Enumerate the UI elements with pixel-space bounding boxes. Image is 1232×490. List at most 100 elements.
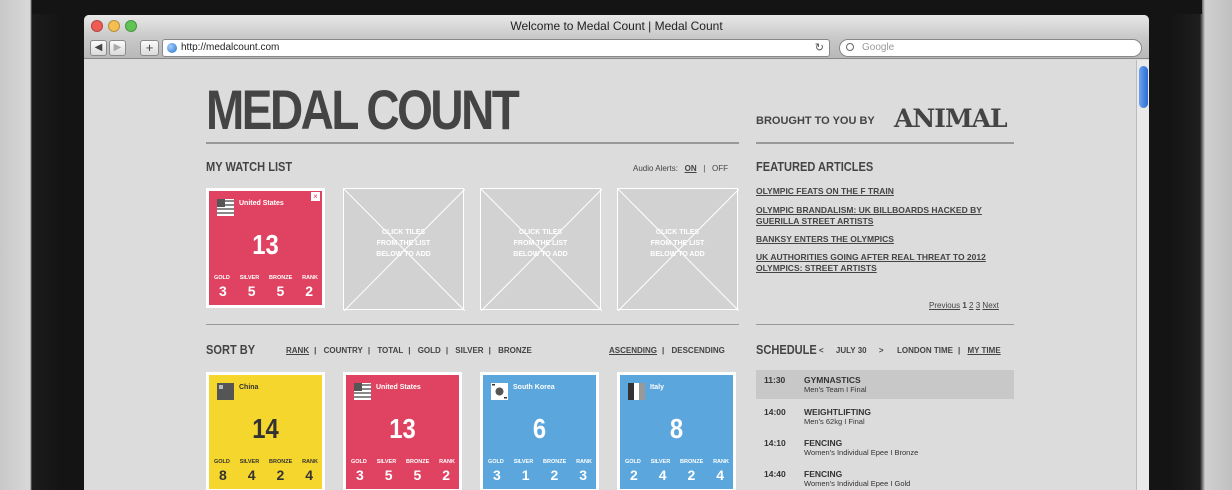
article-link[interactable]: OLYMPIC FEATS ON THE F TRAIN [756,186,1016,197]
browser-toolbar: ◀ ▶ + http://medalcount.com ↻ Google [84,37,1149,59]
close-window-button[interactable] [91,20,103,32]
reload-icon[interactable]: ↻ [815,40,824,56]
schedule-prev-day[interactable]: < [819,346,824,355]
zoom-window-button[interactable] [125,20,137,32]
country-tile[interactable]: United States 13 GOLD SILVER BRONZE RANK… [343,372,462,490]
sort-ascending[interactable]: ASCENDING [609,346,657,355]
gold-value: 2 [630,467,638,483]
vertical-scrollbar[interactable] [1136,60,1149,490]
pager-page-3[interactable]: 3 [976,301,980,310]
gold-value: 3 [356,467,364,483]
schedule-date: JULY 30 [835,346,867,355]
pager-previous[interactable]: Previous [929,301,960,310]
sort-country[interactable]: COUNTRY [324,346,363,355]
bronze-label: BRONZE [680,459,704,465]
search-icon [846,43,854,51]
watchlist-title: MY WATCH LIST [206,159,293,174]
empty-watch-slot[interactable]: CLICK TILES FROM THE LIST BELOW TO ADD [617,188,739,311]
tile-country: South Korea [513,384,555,391]
silver-value: 1 [521,467,530,483]
new-tab-button[interactable]: + [140,40,159,56]
audio-off-toggle[interactable]: OFF [712,164,728,173]
tile-values: 2 4 2 4 [625,467,729,483]
tile-labels: GOLD SILVER BRONZE RANK [488,459,592,465]
forward-button[interactable]: ▶ [109,40,126,56]
schedule-row[interactable]: 14:40 FENCING Women's Individual Epee I … [756,464,1014,490]
sponsor-logo[interactable]: ANIMAL [894,104,1008,133]
brought-by-label: BROUGHT TO YOU BY [756,115,875,127]
site-logo[interactable]: MEDAL COUNT [206,77,520,142]
sort-rank[interactable]: RANK [286,346,309,355]
tile-country: Italy [650,384,665,391]
rank-label: RANK [302,275,318,281]
search-field[interactable]: Google [839,39,1142,57]
empty-slot-text: CLICK TILES FROM THE LIST BELOW TO ADD [513,229,568,258]
event-detail: Men's 62kg I Final [804,417,865,426]
south-korea-flag-icon [491,383,508,400]
sort-descending[interactable]: DESCENDING [671,346,724,355]
gold-value: 3 [219,283,227,299]
audio-on-toggle[interactable]: ON [685,164,697,173]
pager-next[interactable]: Next [982,301,998,310]
bronze-value: 2 [687,467,696,483]
address-bar[interactable]: http://medalcount.com ↻ [162,39,830,57]
china-flag-icon [217,383,234,400]
sort-direction: ASCENDING | DESCENDING [609,346,725,355]
country-tile[interactable]: South Korea 6 GOLD SILVER BRONZE RANK 3 … [480,372,599,490]
london-time-toggle[interactable]: LONDON TIME [897,346,953,355]
event-name: FENCING [804,438,843,448]
tile-total: 13 [252,229,279,260]
schedule-row[interactable]: 14:00 WEIGHTLIFTING Men's 62kg I Final [756,402,1014,431]
sort-silver[interactable]: SILVER [455,346,483,355]
schedule-next-day[interactable]: > [879,346,884,355]
silver-value: 5 [247,283,256,299]
article-link[interactable]: UK AUTHORITIES GOING AFTER REAL THREAT T… [756,252,1016,274]
article-link[interactable]: BANKSY ENTERS THE OLYMPICS [756,234,1016,245]
browser-window: Welcome to Medal Count | Medal Count ◀ ▶… [84,15,1149,490]
section-divider [206,324,739,325]
event-name: FENCING [804,469,843,479]
remove-tile-icon[interactable]: × [311,192,320,201]
event-time: 14:00 [764,407,786,417]
tile-total: 14 [252,413,279,444]
silver-value: 4 [247,467,256,483]
schedule-row[interactable]: 14:10 FENCING Women's Individual Epee I … [756,433,1014,462]
silver-label: SILVER [513,459,534,465]
page-content: MEDAL COUNT BROUGHT TO YOU BY ANIMAL MY … [84,60,1136,490]
tile-values: 3 5 5 2 [214,283,318,299]
scrollbar-thumb[interactable] [1139,66,1148,108]
silver-label: SILVER [650,459,671,465]
empty-watch-slot[interactable]: CLICK TILES FROM THE LIST BELOW TO ADD [480,188,602,311]
us-flag-icon [217,199,234,216]
my-time-toggle[interactable]: MY TIME [967,346,1000,355]
pager-page-2[interactable]: 2 [969,301,973,310]
tile-total: 8 [669,413,684,444]
pager-page-1[interactable]: 1 [962,301,966,310]
sort-bronze[interactable]: BRONZE [498,346,532,355]
event-name: WEIGHTLIFTING [804,407,872,417]
empty-watch-slot[interactable]: CLICK TILES FROM THE LIST BELOW TO ADD [343,188,465,311]
minimize-window-button[interactable] [108,20,120,32]
country-tile[interactable]: China 14 GOLD SILVER BRONZE RANK 8 4 2 4 [206,372,325,490]
sort-gold[interactable]: GOLD [418,346,441,355]
silver-label: SILVER [239,459,260,465]
bronze-label: BRONZE [543,459,567,465]
tile-values: 3 1 2 3 [488,467,592,483]
bronze-label: BRONZE [269,459,293,465]
title-bar: Welcome to Medal Count | Medal Count [84,15,1149,37]
tile-values: 3 5 5 2 [351,467,455,483]
schedule-row[interactable]: 11:30 GYMNASTICS Men's Team I Final [756,370,1014,399]
country-tile[interactable]: Italy 8 GOLD SILVER BRONZE RANK 2 4 2 4 [617,372,736,490]
article-link[interactable]: OLYMPIC BRANDALISM: UK BILLBOARDS HACKED… [756,205,1016,227]
tile-labels: GOLD SILVER BRONZE RANK [351,459,455,465]
watchlist-tile[interactable]: × United States 13 GOLD SILVER BRONZE RA… [206,188,325,308]
back-button[interactable]: ◀ [90,40,107,56]
schedule-title: SCHEDULE [756,342,817,357]
bronze-label: BRONZE [406,459,430,465]
tile-country: United States [376,384,421,391]
sort-total[interactable]: TOTAL [377,346,403,355]
silver-label: SILVER [376,459,397,465]
bronze-value: 5 [413,467,422,483]
section-divider [756,324,1014,325]
rank-label: RANK [439,459,455,465]
